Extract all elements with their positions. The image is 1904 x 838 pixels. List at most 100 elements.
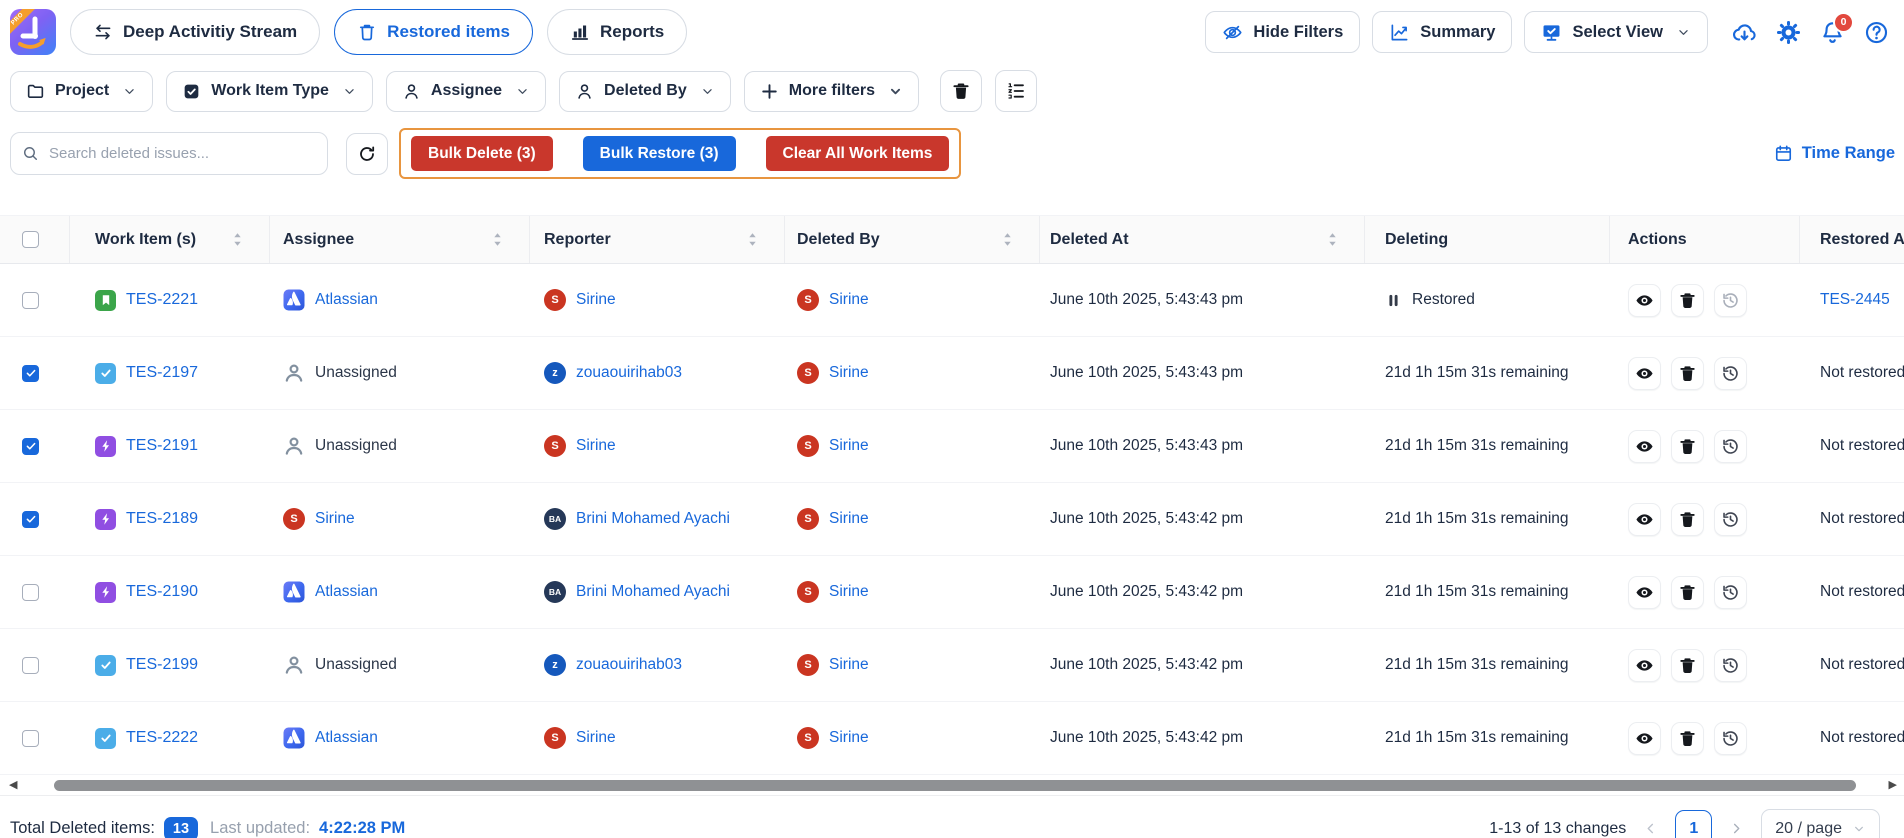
scroll-right-arrow[interactable]: ▶ (1889, 779, 1897, 792)
filter-project[interactable]: Project (10, 71, 153, 112)
current-page-button[interactable]: 1 (1675, 810, 1712, 838)
select-view-button[interactable]: Select View (1524, 11, 1708, 53)
delete-item-button[interactable] (1671, 503, 1704, 536)
delete-item-button[interactable] (1671, 284, 1704, 317)
deleting-cell: 21d 1h 15m 31s remaining (1365, 629, 1610, 701)
bulk-restore-button[interactable]: Bulk Restore (3) (583, 136, 736, 171)
person-link[interactable]: Atlassian (315, 291, 378, 309)
prev-page-button[interactable] (1643, 821, 1658, 836)
filter-work-item-type[interactable]: Work Item Type (166, 71, 373, 112)
time-range-button[interactable]: Time Range (1774, 144, 1895, 163)
column-header-work-item-s[interactable]: Work Item (s) (70, 216, 270, 263)
work-item-link[interactable]: TES-2191 (126, 437, 198, 455)
person-link[interactable]: Sirine (829, 656, 869, 674)
person-link[interactable]: Sirine (829, 729, 869, 747)
filter-assignee[interactable]: Assignee (386, 71, 546, 112)
restore-history-button[interactable] (1714, 722, 1747, 755)
restore-history-button[interactable] (1714, 576, 1747, 609)
page-size-select[interactable]: 20 / page (1761, 809, 1880, 838)
person-link[interactable]: Sirine (829, 364, 869, 382)
search-input[interactable] (10, 132, 328, 175)
person-link[interactable]: zouaouirihab03 (576, 656, 682, 674)
summary-button[interactable]: Summary (1372, 11, 1512, 53)
view-item-button[interactable] (1628, 284, 1661, 317)
work-item-link[interactable]: TES-2199 (126, 656, 198, 674)
filter-more-filters[interactable]: More filters (744, 71, 919, 112)
person-link[interactable]: Sirine (315, 510, 355, 528)
work-item-link[interactable]: TES-2190 (126, 583, 198, 601)
column-header-assignee[interactable]: Assignee (270, 216, 530, 263)
select-all-checkbox[interactable] (22, 231, 39, 248)
delete-item-button[interactable] (1671, 722, 1704, 755)
person-link[interactable]: zouaouirihab03 (576, 364, 682, 382)
deleted-by-cell: S Sirine (785, 483, 1040, 555)
column-header-deleted-by[interactable]: Deleted By (785, 216, 1040, 263)
restore-history-button[interactable] (1714, 284, 1747, 317)
notifications-button[interactable]: 0 (1820, 20, 1845, 45)
row-checkbox[interactable] (22, 657, 39, 674)
view-item-button[interactable] (1628, 430, 1661, 463)
clear-filters-trash-button[interactable] (940, 70, 982, 112)
view-item-button[interactable] (1628, 503, 1661, 536)
delete-item-button[interactable] (1671, 576, 1704, 609)
filter-deleted-by[interactable]: Deleted By (559, 71, 731, 112)
nav-deep-activitiy-stream[interactable]: Deep Activitiy Stream (70, 9, 320, 55)
nav-reports[interactable]: Reports (547, 9, 687, 55)
delete-item-button[interactable] (1671, 649, 1704, 682)
person-link[interactable]: Atlassian (315, 729, 378, 747)
nav-restored-items[interactable]: Restored items (334, 9, 533, 55)
settings-button[interactable] (1776, 20, 1801, 45)
deleted-at-cell: June 10th 2025, 5:43:42 pm (1040, 702, 1365, 774)
clear-all-work-items-button[interactable]: Clear All Work Items (766, 136, 950, 171)
person-link[interactable]: Sirine (576, 437, 616, 455)
scroll-left-arrow[interactable]: ◀ (9, 779, 17, 792)
person-link[interactable]: Sirine (829, 291, 869, 309)
work-item-link[interactable]: TES-2222 (126, 729, 198, 747)
person-link[interactable]: Atlassian (315, 583, 378, 601)
restore-history-button[interactable] (1714, 357, 1747, 390)
restore-history-button[interactable] (1714, 430, 1747, 463)
person-link[interactable]: Sirine (576, 729, 616, 747)
column-header-reporter[interactable]: Reporter (530, 216, 785, 263)
row-checkbox[interactable] (22, 730, 39, 747)
work-item-link[interactable]: TES-2197 (126, 364, 198, 382)
view-item-button[interactable] (1628, 357, 1661, 390)
column-list-button[interactable] (995, 70, 1037, 112)
column-header-deleted-at[interactable]: Deleted At (1040, 216, 1365, 263)
action-toolbar: Bulk Delete (3) Bulk Restore (3) Clear A… (0, 112, 1904, 179)
row-checkbox[interactable] (22, 365, 39, 382)
delete-item-button[interactable] (1671, 357, 1704, 390)
hide-filters-button[interactable]: Hide Filters (1205, 11, 1360, 53)
person-link[interactable]: Sirine (829, 583, 869, 601)
row-checkbox[interactable] (22, 584, 39, 601)
view-item-button[interactable] (1628, 576, 1661, 609)
restored-as-cell: Not restored (1800, 337, 1904, 409)
restore-history-button[interactable] (1714, 649, 1747, 682)
work-item-cell: TES-2197 (70, 337, 270, 409)
scrollbar-thumb[interactable] (54, 780, 1856, 791)
view-item-button[interactable] (1628, 649, 1661, 682)
work-item-link[interactable]: TES-2221 (126, 291, 198, 309)
person-link[interactable]: Brini Mohamed Ayachi (576, 510, 730, 528)
view-item-button[interactable] (1628, 722, 1661, 755)
row-checkbox[interactable] (22, 292, 39, 309)
person-link[interactable]: Sirine (829, 510, 869, 528)
next-page-button[interactable] (1729, 821, 1744, 836)
row-checkbox[interactable] (22, 511, 39, 528)
row-checkbox[interactable] (22, 438, 39, 455)
reporter-cell: SSirine (530, 410, 785, 482)
work-item-link[interactable]: TES-2189 (126, 510, 198, 528)
user-avatar: S (544, 727, 566, 749)
user-avatar: S (797, 508, 819, 530)
restored-as-link[interactable]: TES-2445 (1820, 291, 1890, 309)
export-button[interactable] (1732, 20, 1757, 45)
refresh-button[interactable] (346, 133, 388, 175)
plus-icon (760, 82, 779, 101)
delete-item-button[interactable] (1671, 430, 1704, 463)
person-link[interactable]: Sirine (829, 437, 869, 455)
person-link[interactable]: Sirine (576, 291, 616, 309)
bulk-delete-button[interactable]: Bulk Delete (3) (411, 136, 553, 171)
help-button[interactable] (1864, 20, 1889, 45)
restore-history-button[interactable] (1714, 503, 1747, 536)
person-link[interactable]: Brini Mohamed Ayachi (576, 583, 730, 601)
